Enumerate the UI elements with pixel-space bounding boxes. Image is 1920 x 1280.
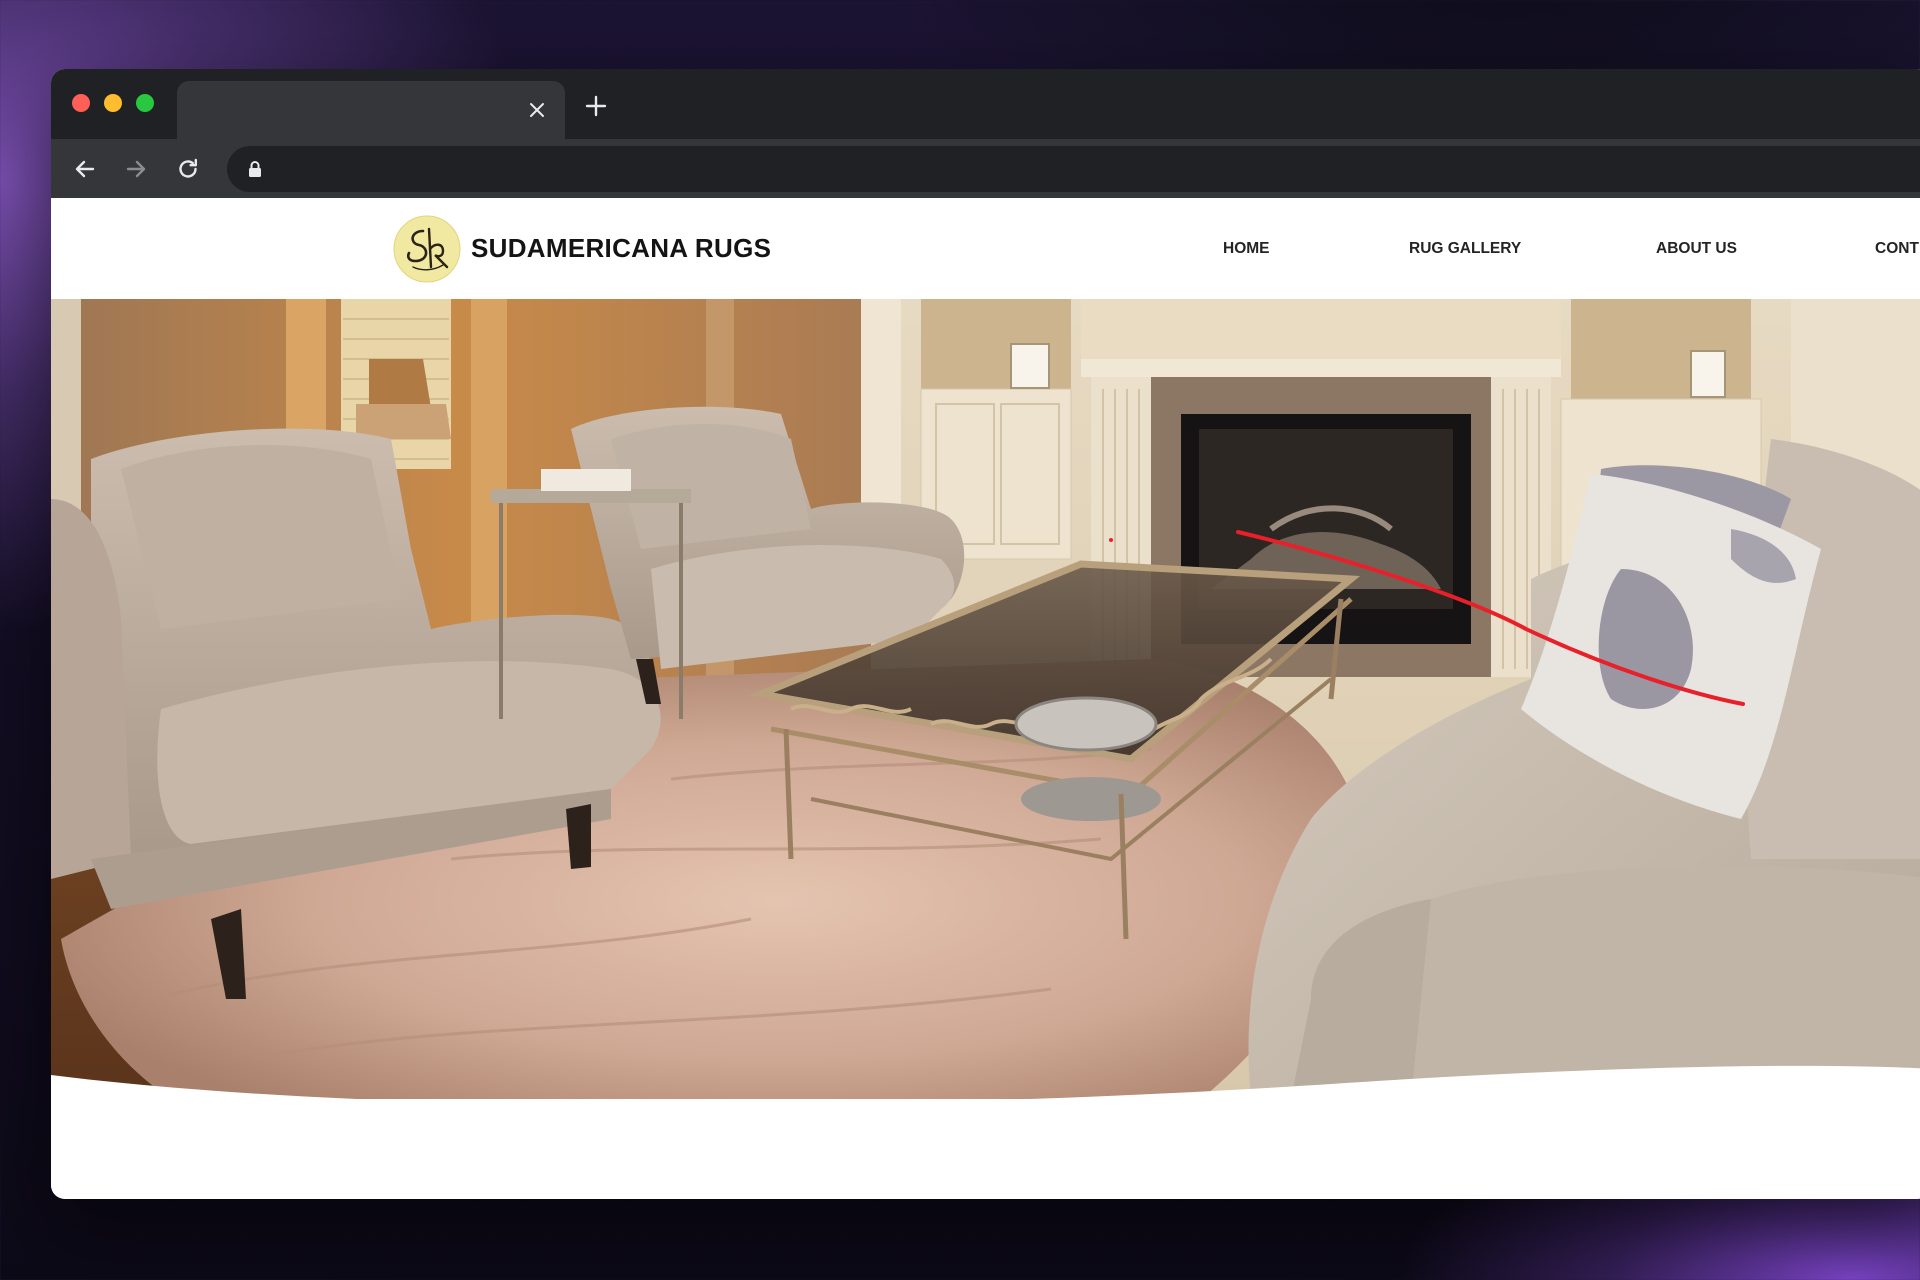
nav-about-us[interactable]: ABOUT US — [1656, 240, 1737, 258]
lock-icon — [249, 161, 261, 177]
address-bar[interactable] — [227, 146, 1920, 192]
browser-window: SUDAMERICANA RUGS HOME RUG GALLERY ABOUT… — [51, 69, 1920, 1199]
browser-toolbar — [51, 139, 1920, 198]
reload-button[interactable] — [171, 152, 205, 186]
close-icon — [530, 103, 544, 117]
brand-name[interactable]: SUDAMERICANA RUGS — [471, 233, 771, 264]
site-header: SUDAMERICANA RUGS HOME RUG GALLERY ABOUT… — [51, 198, 1920, 299]
minimize-window-button[interactable] — [104, 94, 122, 112]
page-viewport: SUDAMERICANA RUGS HOME RUG GALLERY ABOUT… — [51, 198, 1920, 1199]
browser-tab[interactable] — [177, 81, 565, 139]
living-room-photo — [51, 299, 1920, 1099]
arrow-left-icon — [75, 160, 95, 178]
forward-button[interactable] — [119, 152, 153, 186]
tab-strip — [51, 69, 1920, 139]
maximize-window-button[interactable] — [136, 94, 154, 112]
close-window-button[interactable] — [72, 94, 90, 112]
new-tab-button[interactable] — [579, 89, 613, 123]
arrow-right-icon — [126, 160, 146, 178]
tab-close-button[interactable] — [523, 96, 551, 124]
back-button[interactable] — [68, 152, 102, 186]
nav-home[interactable]: HOME — [1223, 240, 1270, 258]
nav-rug-gallery[interactable]: RUG GALLERY — [1409, 240, 1521, 258]
plus-icon — [585, 95, 607, 117]
brand-logo[interactable] — [393, 215, 461, 283]
nav-contact[interactable]: CONT — [1875, 240, 1919, 258]
hero-image — [51, 299, 1920, 1099]
reload-icon — [179, 158, 197, 178]
